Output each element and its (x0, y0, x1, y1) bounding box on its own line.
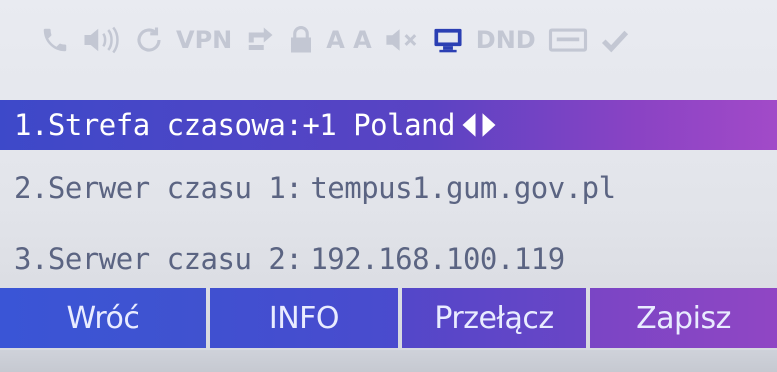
switch-button[interactable]: Przełącz (401, 288, 586, 348)
vpn-label: VPN (176, 26, 233, 54)
save-button[interactable]: Zapisz (589, 288, 777, 348)
speaker-icon (82, 20, 122, 60)
dnd-label: DND (475, 26, 536, 54)
sync-icon (134, 20, 164, 60)
phone-icon (40, 20, 70, 60)
softkey-bar: Wróć INFO Przełącz Zapisz (0, 288, 777, 348)
menu-item-value: 192.168.100.119 (310, 242, 565, 276)
menu-item-label: 1.Strefa czasowa: (14, 108, 303, 142)
forward-icon (244, 20, 276, 60)
info-button[interactable]: INFO (209, 288, 398, 348)
menu-item-timezone[interactable]: 1.Strefa czasowa: +1 Poland (0, 100, 777, 150)
menu-item-value: +1 Poland (302, 108, 455, 142)
left-right-arrows-icon[interactable] (461, 112, 497, 138)
message-icon (548, 20, 588, 60)
lock-icon (288, 20, 314, 60)
screen-bottom-bezel (0, 350, 777, 372)
back-button[interactable]: Wróć (0, 288, 206, 348)
mute-icon (384, 20, 420, 60)
checkmark-icon (600, 20, 630, 60)
menu-item-time-server-1[interactable]: 2.Serwer czasu 1: tempus1.gum.gov.pl (0, 163, 777, 213)
network-icon (432, 20, 464, 60)
status-bar: VPN A A DND (0, 0, 777, 80)
menu-item-value: tempus1.gum.gov.pl (310, 171, 616, 205)
menu-item-label: 3.Serwer czasu 2: (14, 242, 303, 276)
phone-screen: VPN A A DND 1.Strefa czasowa: +1 Poland 2… (0, 0, 777, 372)
menu-item-label: 2.Serwer czasu 1: (14, 171, 303, 205)
aa-label: A A (326, 26, 372, 54)
menu-item-time-server-2[interactable]: 3.Serwer czasu 2: 192.168.100.119 (0, 234, 777, 284)
